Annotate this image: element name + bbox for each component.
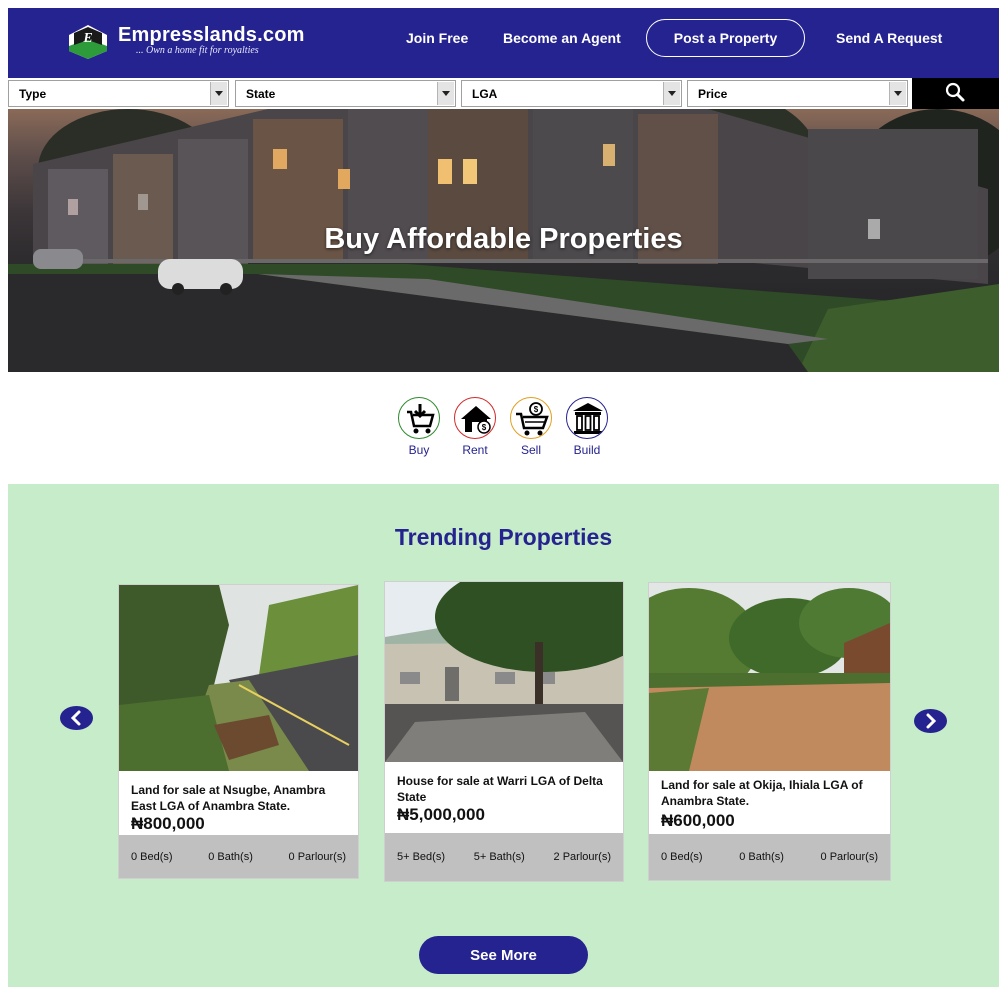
- trending-section: Trending Properties Land for sale at Nsu…: [8, 484, 999, 987]
- property-image[interactable]: [649, 583, 890, 771]
- carousel-next-button[interactable]: [914, 709, 947, 733]
- chevron-down-icon[interactable]: [210, 82, 227, 105]
- property-price: ₦800,000: [131, 814, 205, 833]
- parlour-count: 0 Parlour(s): [288, 850, 346, 863]
- cart-download-icon: [398, 397, 440, 439]
- lga-select[interactable]: LGA: [461, 80, 682, 107]
- bank-building-icon: [566, 397, 608, 439]
- search-button[interactable]: [912, 78, 999, 109]
- parlour-count: 0 Parlour(s): [820, 851, 878, 863]
- parlour-count: 2 Parlour(s): [553, 851, 611, 863]
- price-select-value: Price: [698, 87, 728, 101]
- category-sell[interactable]: $ Sell: [509, 397, 553, 457]
- chevron-down-icon[interactable]: [663, 82, 680, 105]
- property-price: ₦5,000,000: [397, 805, 485, 824]
- category-build[interactable]: Build: [565, 397, 609, 457]
- svg-text:$: $: [482, 423, 487, 432]
- category-rent-label: Rent: [462, 443, 488, 457]
- category-buy-label: Buy: [408, 443, 430, 457]
- property-image[interactable]: [385, 582, 623, 762]
- bed-count: 0 Bed(s): [661, 851, 703, 863]
- nav-send-request[interactable]: Send A Request: [836, 30, 942, 46]
- hero-title: Buy Affordable Properties: [324, 223, 683, 255]
- state-select-value: State: [246, 87, 276, 101]
- carousel-prev-button[interactable]: [60, 706, 93, 730]
- chevron-down-icon[interactable]: [889, 82, 906, 105]
- property-title[interactable]: Land for sale at Nsugbe, Anambra East LG…: [131, 782, 351, 814]
- property-card[interactable]: Land for sale at Okija, Ihiala LGA of An…: [648, 582, 891, 881]
- bath-count: 5+ Bath(s): [473, 851, 525, 863]
- see-more-button[interactable]: See More: [419, 936, 588, 974]
- logo[interactable]: E Empresslands.com ... Own a home fit fo…: [68, 24, 305, 60]
- property-title[interactable]: Land for sale at Okija, Ihiala LGA of An…: [661, 777, 876, 809]
- chevron-right-icon: [926, 713, 937, 729]
- property-features: 0 Bed(s) 0 Bath(s) 0 Parlour(s): [119, 835, 358, 878]
- hero-banner: Buy Affordable Properties: [8, 109, 999, 372]
- property-image[interactable]: [119, 585, 358, 771]
- post-property-button[interactable]: Post a Property: [646, 19, 805, 57]
- search-filter-bar: Type State LGA Price: [8, 78, 999, 109]
- category-sell-label: Sell: [520, 443, 541, 457]
- category-links: Buy $ Rent $ Sell Build: [397, 397, 613, 461]
- category-buy[interactable]: Buy: [397, 397, 441, 457]
- site-header: E Empresslands.com ... Own a home fit fo…: [8, 8, 999, 78]
- property-price: ₦600,000: [661, 811, 735, 830]
- house-money-icon: $: [454, 397, 496, 439]
- search-icon: [945, 82, 965, 102]
- price-select[interactable]: Price: [687, 80, 908, 107]
- type-select[interactable]: Type: [8, 80, 229, 107]
- nav-join-free[interactable]: Join Free: [406, 30, 468, 46]
- bed-count: 5+ Bed(s): [397, 851, 445, 863]
- brand-tagline: ... Own a home fit for royalties: [136, 45, 259, 56]
- state-select[interactable]: State: [235, 80, 456, 107]
- brand-name: Empresslands.com: [118, 24, 305, 46]
- category-rent[interactable]: $ Rent: [453, 397, 497, 457]
- trending-title: Trending Properties: [394, 524, 613, 550]
- chevron-down-icon[interactable]: [437, 82, 454, 105]
- type-select-value: Type: [19, 87, 47, 101]
- property-card[interactable]: Land for sale at Nsugbe, Anambra East LG…: [118, 584, 359, 879]
- bath-count: 0 Bath(s): [739, 851, 784, 863]
- bed-count: 0 Bed(s): [131, 850, 173, 863]
- chevron-left-icon: [70, 710, 81, 726]
- cart-money-icon: $: [510, 397, 552, 439]
- svg-text:E: E: [82, 31, 92, 46]
- property-card[interactable]: House for sale at Warri LGA of Delta Sta…: [384, 581, 624, 882]
- logo-house-icon: E: [69, 25, 107, 59]
- property-title[interactable]: House for sale at Warri LGA of Delta Sta…: [397, 773, 612, 805]
- bath-count: 0 Bath(s): [208, 850, 253, 863]
- svg-text:$: $: [534, 405, 539, 414]
- lga-select-value: LGA: [472, 87, 498, 101]
- nav-become-agent[interactable]: Become an Agent: [503, 30, 621, 46]
- category-build-label: Build: [573, 443, 601, 457]
- property-features: 5+ Bed(s) 5+ Bath(s) 2 Parlour(s): [385, 833, 623, 881]
- property-features: 0 Bed(s) 0 Bath(s) 0 Parlour(s): [649, 834, 890, 880]
